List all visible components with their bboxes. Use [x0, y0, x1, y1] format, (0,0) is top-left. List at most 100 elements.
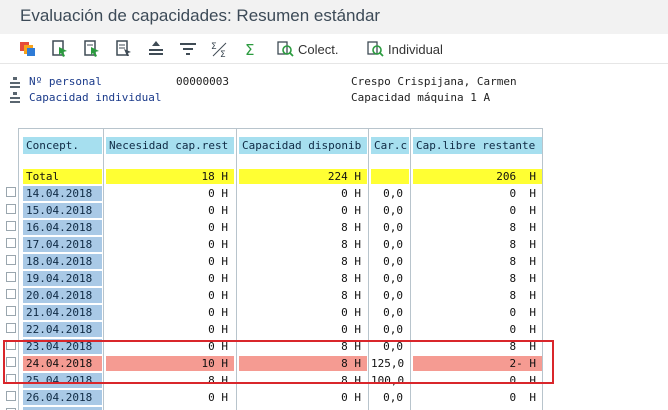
- row-available: 8 H: [341, 238, 361, 251]
- colhead-load[interactable]: Car.c: [371, 137, 409, 154]
- individual-icon: [367, 41, 384, 57]
- row-need: 0 H: [208, 391, 228, 404]
- row-need: 0 H: [208, 187, 228, 200]
- total-free: 206 H: [413, 169, 542, 184]
- row-date: 22.04.2018: [23, 322, 102, 337]
- row-load: 0,0: [383, 289, 403, 302]
- hierarchy-icon: [10, 92, 20, 103]
- filter-button[interactable]: [178, 38, 198, 60]
- row-date: 26.04.2018: [23, 390, 102, 405]
- row-available: 0 H: [341, 391, 361, 404]
- row-date: 17.04.2018: [23, 237, 102, 252]
- total-load: [371, 169, 409, 184]
- row-free: 8 H: [509, 255, 537, 268]
- row-load: 0,0: [383, 221, 403, 234]
- row-free: 0 H: [509, 187, 537, 200]
- detail-button[interactable]: [114, 38, 134, 60]
- row-date: 20.04.2018: [23, 288, 102, 303]
- capacity-value: Capacidad máquina 1 A: [351, 91, 491, 104]
- colhead-free[interactable]: Cap.libre restante: [413, 137, 542, 154]
- row-free: 8 H: [509, 289, 537, 302]
- row-selector[interactable]: [6, 323, 16, 333]
- colect-label: Colect.: [298, 41, 339, 57]
- sum-button[interactable]: Σ: [242, 38, 262, 60]
- row-date: 21.04.2018: [23, 305, 102, 320]
- subtotal-button[interactable]: Σ Σ: [210, 38, 230, 60]
- row-date: 14.04.2018: [23, 186, 102, 201]
- sort-ascending-icon: [149, 41, 163, 55]
- toolbar: Σ Σ Σ Colect. Individual: [0, 34, 668, 64]
- row-need: 0 H: [208, 306, 228, 319]
- row-free: 8 H: [509, 221, 537, 234]
- row-load: 0,0: [383, 323, 403, 336]
- select-block-button[interactable]: [82, 38, 102, 60]
- personal-number-label: Nº personal: [29, 75, 102, 88]
- total-need: 18 H: [106, 169, 234, 184]
- refresh-icon: [20, 42, 35, 56]
- row-load: 0,0: [383, 272, 403, 285]
- row-load: 0,0: [383, 238, 403, 251]
- title-bar: Evaluación de capacidades: Resumen están…: [0, 0, 668, 34]
- refresh-button[interactable]: [18, 38, 38, 60]
- row-selector[interactable]: [6, 187, 16, 197]
- row-date: 18.04.2018: [23, 254, 102, 269]
- individual-button[interactable]: Individual: [366, 38, 443, 60]
- filter-icon: [180, 43, 196, 55]
- row-need: 0 H: [208, 255, 228, 268]
- colhead-need[interactable]: Necesidad cap.rest: [106, 137, 234, 154]
- row-free: 0 H: [509, 306, 537, 319]
- select-icon: [52, 40, 67, 57]
- select-all-button[interactable]: [50, 38, 70, 60]
- colect-icon: [277, 41, 294, 57]
- colhead-available[interactable]: Capacidad disponib: [239, 137, 367, 154]
- row-date: 16.04.2018: [23, 220, 102, 235]
- total-available: 224 H: [239, 169, 367, 184]
- row-need: 0 H: [208, 221, 228, 234]
- row-selector[interactable]: [6, 306, 16, 316]
- sort-button[interactable]: [146, 38, 166, 60]
- row-free: 0 H: [509, 323, 537, 336]
- hierarchy-icon: [10, 77, 20, 88]
- svg-text:Σ: Σ: [211, 42, 217, 52]
- sum-icon: Σ: [245, 41, 254, 59]
- row-selector[interactable]: [6, 221, 16, 231]
- colect-button[interactable]: Colect.: [276, 38, 338, 60]
- total-label: Total: [23, 169, 102, 184]
- individual-label: Individual: [388, 41, 443, 57]
- row-need: 0 H: [208, 204, 228, 217]
- row-need: 0 H: [208, 238, 228, 251]
- svg-text:Σ: Σ: [245, 41, 254, 59]
- row-selector[interactable]: [6, 204, 16, 214]
- row-available: 8 H: [341, 272, 361, 285]
- row-free: 8 H: [509, 238, 537, 251]
- row-need: 0 H: [208, 272, 228, 285]
- row-selector[interactable]: [6, 272, 16, 282]
- window-title: Evaluación de capacidades: Resumen están…: [20, 6, 381, 25]
- row-available: 8 H: [341, 289, 361, 302]
- row-selector[interactable]: [6, 289, 16, 299]
- row-need: 0 H: [208, 289, 228, 302]
- row-load: 0,0: [383, 255, 403, 268]
- row-available: 8 H: [341, 221, 361, 234]
- row-available: 0 H: [341, 306, 361, 319]
- row-free: 0 H: [509, 391, 537, 404]
- overload-highlight-box: [3, 340, 554, 384]
- row-available: 8 H: [341, 255, 361, 268]
- row-load: 0,0: [383, 204, 403, 217]
- colhead-concept[interactable]: Concept.: [23, 137, 102, 154]
- svg-text:Σ: Σ: [220, 50, 226, 59]
- personal-name: Crespo Crispijana, Carmen: [351, 75, 517, 88]
- row-free: 0 H: [509, 204, 537, 217]
- select-block-icon: [84, 40, 99, 57]
- subtotal-icon: Σ Σ: [211, 42, 227, 59]
- row-date: 15.04.2018: [23, 203, 102, 218]
- row-date: 19.04.2018: [23, 271, 102, 286]
- row-free: 8 H: [509, 272, 537, 285]
- row-need: 0 H: [208, 323, 228, 336]
- row-selector[interactable]: [6, 238, 16, 248]
- detail-icon: [116, 40, 131, 56]
- row-selector[interactable]: [6, 391, 16, 401]
- row-selector[interactable]: [6, 255, 16, 265]
- row-available: 0 H: [341, 323, 361, 336]
- row-available: 0 H: [341, 204, 361, 217]
